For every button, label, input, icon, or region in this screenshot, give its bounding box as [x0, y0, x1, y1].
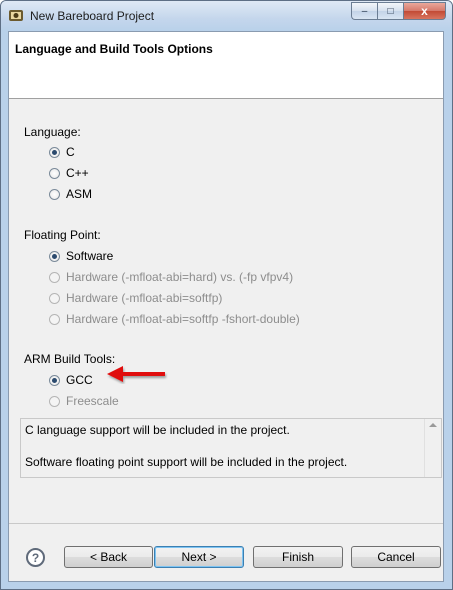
dialog-client-area: Language and Build Tools Options Languag… [8, 31, 444, 582]
help-icon: ? [31, 550, 40, 565]
radio-button-icon [49, 313, 60, 325]
back-button[interactable]: < Back [64, 546, 153, 568]
eclipse-app-icon [9, 10, 23, 21]
wizard-banner: Language and Build Tools Options [9, 32, 443, 99]
radio-label: C++ [66, 166, 89, 180]
caption-buttons: – □ x [351, 2, 446, 21]
radio-button-icon [49, 395, 60, 407]
page-title: Language and Build Tools Options [15, 42, 213, 56]
radio-label: Software [66, 249, 114, 263]
maximize-icon: □ [387, 5, 394, 17]
language-label: Language: [24, 125, 81, 139]
minimize-icon: – [361, 5, 368, 17]
floating-point-label: Floating Point: [24, 228, 101, 242]
radio-label: Freescale [66, 394, 119, 408]
radio-button-icon [49, 271, 60, 283]
next-button[interactable]: Next > [154, 546, 244, 568]
arm-build-tools-label: ARM Build Tools: [24, 352, 116, 366]
radio-fp-software[interactable]: Software [49, 248, 113, 264]
title-bar[interactable]: New Bareboard Project – □ x [1, 1, 452, 31]
scroll-up-icon[interactable] [429, 423, 437, 427]
radio-fp-hardware-softfp-short-double: Hardware (-mfloat-abi=softfp -fshort-dou… [49, 311, 300, 327]
radio-label: ASM [66, 187, 93, 201]
radio-label: Hardware (-mfloat-abi=softfp -fshort-dou… [66, 312, 300, 326]
radio-language-asm[interactable]: ASM [49, 186, 92, 202]
radio-tools-freescale: Freescale [49, 393, 119, 409]
radio-label: C [66, 145, 75, 159]
info-language-text: C language support will be included in t… [25, 423, 290, 437]
description-text-area[interactable]: C language support will be included in t… [20, 418, 442, 478]
radio-label: Hardware (-mfloat-abi=softfp) [66, 291, 223, 305]
cancel-button[interactable]: Cancel [351, 546, 441, 568]
radio-button-icon[interactable] [49, 374, 60, 386]
maximize-button[interactable]: □ [377, 2, 403, 20]
radio-fp-hardware-softfp: Hardware (-mfloat-abi=softfp) [49, 290, 222, 306]
vertical-scrollbar[interactable] [424, 419, 441, 477]
radio-button-icon[interactable] [49, 167, 60, 179]
button-bar-separator [9, 523, 443, 524]
info-floating-point-text: Software floating point support will be … [25, 455, 348, 469]
radio-button-icon [49, 292, 60, 304]
radio-label: Hardware (-mfloat-abi=hard) vs. (-fp vfp… [66, 270, 294, 284]
help-button[interactable]: ? [26, 548, 45, 567]
minimize-button[interactable]: – [351, 2, 377, 20]
close-icon: x [421, 4, 428, 18]
radio-language-cpp[interactable]: C++ [49, 165, 89, 181]
radio-fp-hardware-hard: Hardware (-mfloat-abi=hard) vs. (-fp vfp… [49, 269, 293, 285]
radio-button-icon[interactable] [49, 250, 60, 262]
dialog-window: New Bareboard Project – □ x Language and… [0, 0, 453, 590]
radio-tools-gcc[interactable]: GCC [49, 372, 93, 388]
close-button[interactable]: x [403, 2, 446, 20]
radio-language-c[interactable]: C [49, 144, 75, 160]
radio-button-icon[interactable] [49, 188, 60, 200]
window-title: New Bareboard Project [30, 9, 155, 23]
radio-label: GCC [66, 373, 93, 387]
radio-button-icon[interactable] [49, 146, 60, 158]
red-arrow-icon [107, 366, 165, 382]
finish-button[interactable]: Finish [253, 546, 343, 568]
